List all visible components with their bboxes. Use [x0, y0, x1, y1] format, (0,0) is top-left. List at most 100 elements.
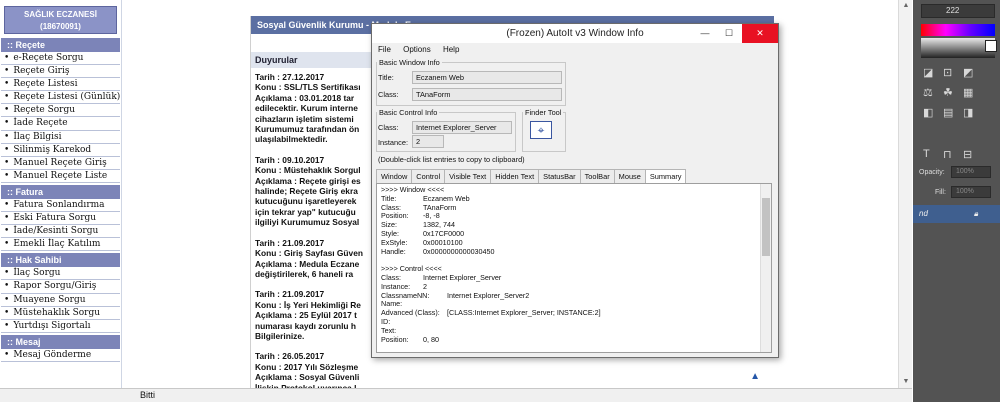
tab-window[interactable]: Window [376, 169, 413, 183]
finder-crosshair-icon[interactable]: ⌖ [530, 121, 552, 139]
control-class-field[interactable]: Internet Explorer_Server [412, 121, 512, 134]
tab-hidden-text[interactable]: Hidden Text [490, 169, 540, 183]
nav-item-label: Yurtdışı Sigortalı [13, 320, 91, 331]
nav-item-ilac-bilgisi[interactable]: • İlaç Bilgisi [1, 131, 120, 144]
summary-value: Eczanem Web [423, 193, 470, 203]
nav-item-fatura-sonlandirma[interactable]: • Fatura Sonlandırma [1, 199, 120, 213]
scroll-down-icon[interactable]: ▼ [899, 376, 913, 388]
scroll-up-icon[interactable]: ▲ [899, 0, 913, 12]
nav-section-header: :: Mesaj [1, 334, 120, 349]
pharmacy-code: (18670091) [40, 22, 81, 31]
opacity-field[interactable]: 100% [951, 166, 991, 178]
nav-item-eski-fatura-sorgu[interactable]: • Eski Fatura Sorgu [1, 212, 120, 226]
nav-item-mesaj-gonderme[interactable]: • Mesaj Gönderme [1, 349, 120, 362]
nav-item-manuel-recete-liste[interactable]: • Manuel Reçete Liste [1, 170, 120, 183]
tab-toolbar[interactable]: ToolBar [579, 169, 615, 183]
summary-lines: >>>> Window <<<< Title: Eczanem Web Class: T… [381, 185, 767, 345]
summary-line[interactable]: Position: 0, 80 [381, 335, 767, 345]
summary-line[interactable]: ClassnameNN: Internet Explorer_Server2 [381, 290, 767, 301]
gradient-map-icon[interactable]: ▤ [943, 106, 953, 119]
lock-icon: 🔒︎ [973, 209, 978, 218]
maximize-button[interactable]: ☐ [718, 24, 740, 43]
nav-item-emekli-ilac-katilim[interactable]: • Emekli İlaç Katılım [1, 238, 120, 252]
curve-icon[interactable]: ◩ [963, 66, 973, 79]
nav-item-muayene-sorgu[interactable]: • Muayene Sorgu [1, 294, 120, 307]
nav-item-ilac-sorgu[interactable]: • İlaç Sorgu [1, 267, 120, 281]
nav-item-e-recete-sorgu[interactable]: • e-Reçete Sorgu [1, 52, 120, 66]
tab-summary[interactable]: Summary [644, 169, 687, 184]
bullet-icon: • [4, 105, 10, 116]
menu-help[interactable]: Help [443, 45, 459, 54]
photoshop-panel: 222 ◪ ⊡ ◩ ⚖ ☘ ▦ ◧ ▤ ◨ T ⊓ ⊟ Opacity: 100… [913, 0, 1000, 402]
bullet-icon: • [4, 226, 10, 237]
nav-item-yurtdisi-sigortali[interactable]: • Yurtdışı Sigortalı [1, 320, 120, 333]
balance-icon[interactable]: ⚖ [923, 86, 933, 99]
window-class-label: Class: [378, 90, 399, 99]
bullet-icon: • [4, 92, 10, 103]
nav-item-iade-kesinti-sorgu[interactable]: • İade/Kesinti Sorgu [1, 225, 120, 239]
nav-item-recete-sorgu[interactable]: • Reçete Sorgu [1, 104, 120, 118]
shape-icon[interactable]: ⊓ [943, 148, 952, 161]
nav-item-recete-listesi[interactable]: • Reçete Listesi [1, 78, 120, 92]
left-navigation: SAĞLIK ECZANESİ (18670091) :: Reçete • e-R… [0, 0, 122, 388]
nav-item-mustehaklik-sorgu[interactable]: • Müstehaklık Sorgu [1, 307, 120, 320]
bullet-icon: • [4, 131, 10, 142]
nav-item-iade-recete[interactable]: • İade Reçete [1, 117, 120, 131]
color-spectrum[interactable] [921, 24, 995, 36]
summary-line[interactable]: Class: Internet Explorer_Server [381, 273, 767, 283]
text-icon[interactable]: T [923, 148, 930, 160]
color-swatch-white[interactable] [985, 40, 997, 52]
window-class-field[interactable]: TAnaForm [412, 88, 562, 101]
tab-visible-text[interactable]: Visible Text [444, 169, 492, 183]
threshold-icon[interactable]: ◧ [923, 106, 933, 119]
nav-item-recete-listesi-gunluk[interactable]: • Reçete Listesi (Günlük) [1, 91, 120, 105]
menu-file[interactable]: File [378, 45, 391, 54]
nav-item-label: Fatura Sonlandırma [13, 199, 105, 210]
autoit-titlebar[interactable]: (Frozen) AutoIt v3 Window Info — ☐ ✕ [372, 24, 778, 43]
brush-size-field[interactable]: 222 [921, 4, 995, 18]
grid-icon[interactable]: ▦ [963, 86, 973, 99]
bullet-icon: • [4, 199, 10, 210]
window-title-label: Title: [378, 73, 394, 82]
summary-line[interactable]: ID: [381, 317, 767, 327]
nav-item-label: Reçete Giriş [13, 66, 70, 77]
page-scrollbar[interactable]: ▲ ▼ [898, 0, 912, 388]
summary-line[interactable]: Instance: 2 [381, 282, 767, 292]
close-button[interactable]: ✕ [742, 24, 778, 43]
summary-scroll-thumb[interactable] [762, 198, 770, 256]
bullet-icon: • [4, 118, 10, 129]
fill-field[interactable]: 100% [951, 186, 991, 198]
tab-control[interactable]: Control [411, 169, 446, 183]
level-icon[interactable]: ⊡ [943, 66, 952, 79]
nav-item-label: İade Reçete [13, 118, 68, 129]
layer-row[interactable]: nd 🔒︎ [913, 205, 1000, 223]
nav-item-manuel-recete-giris[interactable]: • Manuel Reçete Giriş [1, 157, 120, 170]
control-instance-field[interactable]: 2 [412, 135, 444, 148]
summary-list[interactable]: >>>> Window <<<< Title: Eczanem Web Class: T… [376, 183, 772, 353]
autoit-title: (Frozen) AutoIt v3 Window Info [506, 28, 644, 39]
bullet-icon: • [4, 157, 10, 168]
summary-value: Internet Explorer_Server2 [447, 290, 530, 300]
window-title-field[interactable]: Eczanem Web [412, 71, 562, 84]
selective-color-icon[interactable]: ◨ [963, 106, 973, 119]
bullet-icon: • [4, 144, 10, 155]
summary-line[interactable]: Handle: 0x0000000000030450 [381, 247, 767, 257]
smart-object-icon[interactable]: ⊟ [963, 148, 972, 161]
nav-item-label: Reçete Listesi [13, 79, 78, 90]
tab-statusbar[interactable]: StatusBar [538, 169, 581, 183]
nav-item-silinmis-karekod[interactable]: • Silinmiş Karekod [1, 144, 120, 157]
nav-item-label: İlaç Sorgu [13, 268, 61, 279]
autoit-window-info: (Frozen) AutoIt v3 Window Info — ☐ ✕ Fil… [371, 23, 779, 358]
photo-filter-icon[interactable]: ☘ [943, 86, 953, 99]
summary-scrollbar[interactable] [760, 184, 771, 352]
minimize-button[interactable]: — [694, 24, 716, 43]
menu-options[interactable]: Options [403, 45, 431, 54]
adjust-icon[interactable]: ◪ [923, 66, 933, 79]
scroll-top-icon[interactable]: ▲ [750, 371, 760, 382]
summary-line[interactable]: Advanced (Class): [CLASS:Internet Explore… [381, 308, 767, 318]
nav-item-recete-giris[interactable]: • Reçete Giriş [1, 65, 120, 79]
tab-mouse[interactable]: Mouse [613, 169, 646, 183]
color-ramp[interactable] [921, 38, 995, 58]
pharmacy-header: SAĞLIK ECZANESİ (18670091) [4, 6, 117, 34]
nav-item-rapor-sorgu-giris[interactable]: • Rapor Sorgu/Giriş [1, 280, 120, 294]
